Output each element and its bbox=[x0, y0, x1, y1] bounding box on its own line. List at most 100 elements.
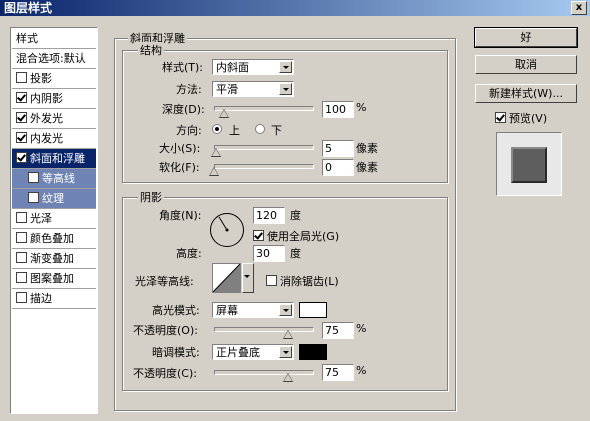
gloss-contour-picker[interactable] bbox=[212, 263, 241, 293]
checkbox-icon[interactable] bbox=[16, 252, 27, 263]
highlight-mode-value: 屏幕 bbox=[216, 304, 238, 317]
highlight-mode-select[interactable]: 屏幕 bbox=[212, 302, 294, 318]
altitude-label: 高度: bbox=[176, 247, 202, 260]
title-bar bbox=[0, 0, 590, 16]
checkbox-icon[interactable] bbox=[16, 92, 27, 103]
global-light-checkbox[interactable]: 使用全局光(G) bbox=[253, 228, 413, 243]
angle-input[interactable]: 120 bbox=[253, 207, 285, 224]
shadow-opacity-thumb[interactable] bbox=[282, 373, 293, 382]
shadow-opacity-input[interactable]: 75 bbox=[322, 364, 354, 381]
size-slider-thumb[interactable] bbox=[210, 148, 221, 157]
checkbox-icon[interactable] bbox=[16, 112, 27, 123]
preview-thumbnail bbox=[496, 132, 562, 196]
shadow-opacity-unit: % bbox=[356, 364, 367, 377]
chevron-down-icon bbox=[279, 83, 292, 95]
sidebar-item[interactable]: 外发光 bbox=[12, 109, 96, 129]
cancel-button[interactable]: 取消 bbox=[475, 55, 577, 74]
direction-down-label: 下 bbox=[271, 124, 282, 137]
sidebar-item[interactable]: 投影 bbox=[12, 69, 96, 89]
highlight-opacity-thumb[interactable] bbox=[282, 330, 293, 339]
checkbox-icon[interactable] bbox=[16, 72, 27, 83]
new-style-button[interactable]: 新建样式(W)... bbox=[475, 84, 577, 103]
global-light-check-icon bbox=[253, 230, 264, 241]
soften-unit: 像素 bbox=[356, 161, 378, 174]
depth-slider-thumb[interactable] bbox=[218, 109, 229, 118]
sidebar-item-label: 样式 bbox=[16, 32, 38, 45]
direction-down-radio[interactable] bbox=[255, 124, 265, 134]
sidebar-item[interactable]: 纹理 bbox=[12, 189, 96, 209]
sidebar-item[interactable]: 等高线 bbox=[12, 169, 96, 189]
style-label: 样式(T): bbox=[162, 61, 204, 74]
sidebar-item[interactable]: 斜面和浮雕 bbox=[12, 149, 96, 169]
highlight-opacity-slider[interactable] bbox=[214, 327, 314, 332]
gloss-contour-label: 光泽等高线: bbox=[135, 275, 194, 288]
close-button[interactable]: x bbox=[571, 1, 587, 15]
technique-select-value: 平滑 bbox=[216, 83, 238, 96]
checkbox-icon[interactable] bbox=[28, 192, 39, 203]
sidebar-item[interactable]: 内阴影 bbox=[12, 89, 96, 109]
antialias-label: 消除锯齿(L) bbox=[280, 275, 339, 288]
soften-input[interactable]: 0 bbox=[322, 159, 354, 176]
checkbox-icon[interactable] bbox=[16, 292, 27, 303]
sidebar-item[interactable]: 描边 bbox=[12, 289, 96, 309]
sidebar-item-label: 内发光 bbox=[30, 132, 63, 145]
shadow-opacity-label: 不透明度(C): bbox=[133, 367, 197, 380]
size-input[interactable]: 5 bbox=[322, 140, 354, 157]
soften-slider-thumb[interactable] bbox=[209, 167, 219, 176]
style-select[interactable]: 内斜面 bbox=[212, 59, 294, 75]
gloss-contour-dropdown[interactable] bbox=[242, 263, 254, 293]
style-select-value: 内斜面 bbox=[216, 61, 249, 74]
sidebar-item[interactable]: 混合选项:默认 bbox=[12, 49, 96, 69]
checkbox-icon[interactable] bbox=[16, 272, 27, 283]
soften-label: 软化(F): bbox=[159, 161, 200, 174]
chevron-down-icon bbox=[279, 61, 292, 73]
preview-check-icon bbox=[495, 112, 506, 123]
angle-unit: 度 bbox=[290, 209, 301, 222]
highlight-color-swatch[interactable] bbox=[299, 302, 327, 318]
sidebar-item[interactable]: 图案叠加 bbox=[12, 269, 96, 289]
direction-up-radio[interactable] bbox=[212, 124, 222, 134]
sidebar-item[interactable]: 内发光 bbox=[12, 129, 96, 149]
depth-input[interactable]: 100 bbox=[322, 101, 354, 118]
depth-slider[interactable] bbox=[214, 106, 314, 111]
checkbox-icon[interactable] bbox=[16, 132, 27, 143]
size-label: 大小(S): bbox=[159, 142, 201, 155]
direction-up-label: 上 bbox=[229, 124, 240, 137]
sidebar-item[interactable]: 颜色叠加 bbox=[12, 229, 96, 249]
shadow-color-swatch[interactable] bbox=[299, 344, 327, 360]
angle-dial[interactable] bbox=[210, 213, 244, 247]
depth-label: 深度(D): bbox=[162, 103, 205, 116]
antialias-checkbox[interactable]: 消除锯齿(L) bbox=[266, 273, 396, 288]
sidebar-item-label: 光泽 bbox=[30, 212, 52, 225]
shadow-mode-label: 暗调模式: bbox=[152, 346, 200, 359]
altitude-unit: 度 bbox=[290, 247, 301, 260]
sidebar-item[interactable]: 光泽 bbox=[12, 209, 96, 229]
highlight-opacity-input[interactable]: 75 bbox=[322, 322, 354, 339]
shading-group bbox=[122, 197, 448, 391]
checkbox-icon[interactable] bbox=[16, 152, 27, 163]
sidebar-item-label: 等高线 bbox=[42, 172, 75, 185]
shadow-opacity-slider[interactable] bbox=[214, 370, 314, 375]
checkbox-icon[interactable] bbox=[28, 172, 39, 183]
altitude-input[interactable]: 30 bbox=[253, 245, 285, 262]
checkbox-icon[interactable] bbox=[16, 232, 27, 243]
close-icon: x bbox=[575, 2, 583, 13]
size-slider[interactable] bbox=[214, 145, 314, 150]
chevron-down-icon bbox=[244, 275, 250, 278]
soften-slider[interactable] bbox=[214, 164, 314, 169]
checkbox-icon[interactable] bbox=[16, 212, 27, 223]
sidebar-item-label: 内阴影 bbox=[30, 92, 63, 105]
shadow-mode-select[interactable]: 正片叠底 bbox=[212, 344, 294, 360]
ok-button[interactable]: 好 bbox=[474, 27, 578, 48]
technique-select[interactable]: 平滑 bbox=[212, 81, 294, 97]
sidebar-item[interactable]: 样式 bbox=[12, 29, 96, 49]
preview-label: 预览(V) bbox=[509, 112, 548, 125]
chevron-down-icon bbox=[279, 304, 292, 316]
sidebar-item[interactable]: 渐变叠加 bbox=[12, 249, 96, 269]
direction-label: 方向: bbox=[176, 124, 202, 137]
sidebar-item-label: 颜色叠加 bbox=[30, 232, 74, 245]
antialias-check-icon bbox=[266, 275, 277, 286]
preview-checkbox[interactable]: 预览(V) bbox=[495, 110, 575, 125]
size-unit: 像素 bbox=[356, 142, 378, 155]
contour-icon bbox=[213, 264, 240, 292]
